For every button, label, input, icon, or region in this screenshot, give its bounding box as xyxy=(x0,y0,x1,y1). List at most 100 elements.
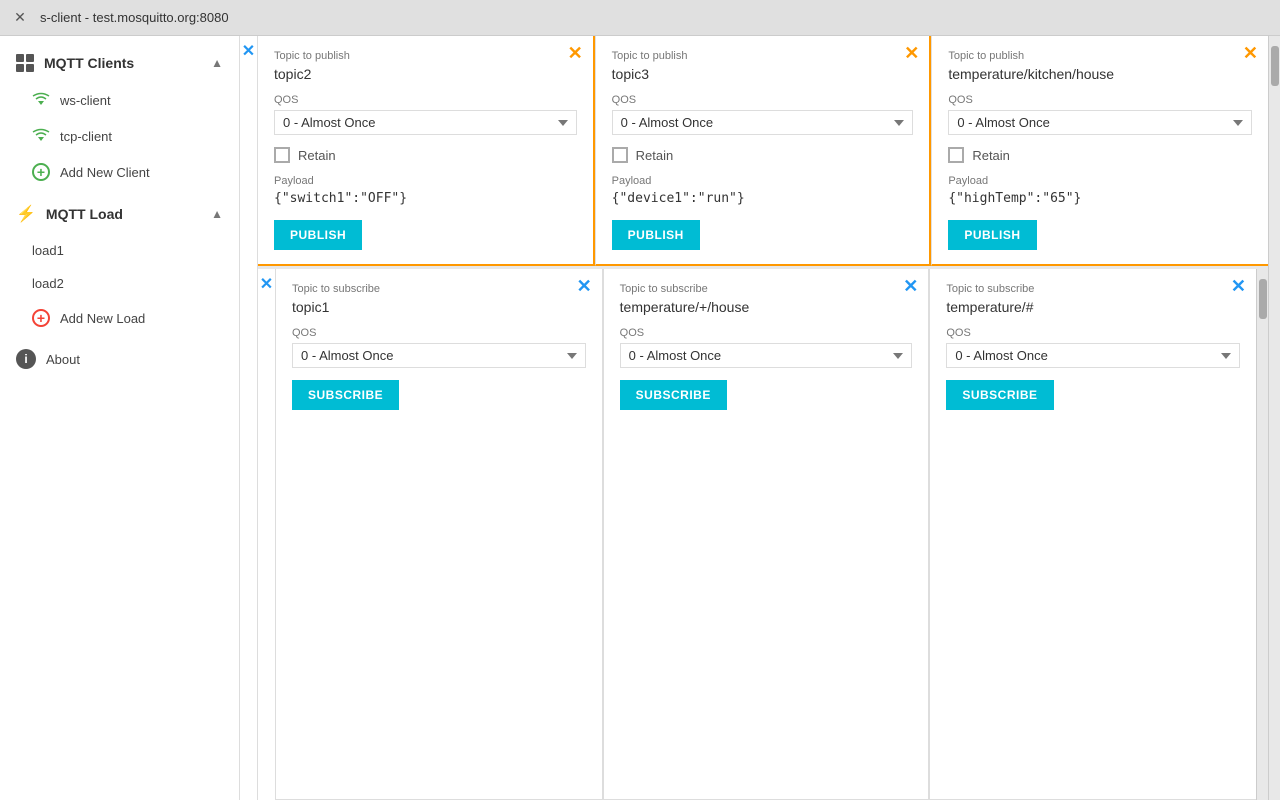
load1-label: load1 xyxy=(32,243,64,258)
main-layout: MQTT Clients ▲ ws-client xyxy=(0,36,1280,800)
load2-label: load2 xyxy=(32,276,64,291)
sub2-qos-label: QOS xyxy=(620,327,913,339)
subscribe-card-3: ✕ Topic to subscribe temperature/# QOS 0… xyxy=(929,269,1256,800)
publish-card-1: ✕ Topic to publish topic2 QOS 0 - Almost… xyxy=(258,36,595,266)
pub1-topic-value: topic2 xyxy=(274,66,577,82)
scrollbar-right[interactable] xyxy=(1256,269,1268,800)
left-close-pub-icon[interactable]: ✕ xyxy=(242,44,255,60)
content-area: ✕ ✕ Topic to publish topic2 QOS 0 - Almo… xyxy=(240,36,1280,800)
wifi-icon-tcp xyxy=(32,127,50,145)
sidebar-section-load-header[interactable]: ⚡ MQTT Load ▲ xyxy=(0,194,239,234)
about-label: About xyxy=(46,352,80,367)
sub-card-3-close[interactable]: ✕ xyxy=(1231,277,1246,295)
sub3-qos-select[interactable]: 0 - Almost Once 1 - At Least Once 2 - Ex… xyxy=(946,343,1240,368)
ws-client-label: ws-client xyxy=(60,93,111,108)
sub1-subscribe-button[interactable]: SUBSCRIBE xyxy=(292,380,399,410)
pub3-topic-value: temperature/kitchen/house xyxy=(948,66,1252,82)
pub1-retain-row: Retain xyxy=(274,147,577,163)
sidebar-item-about[interactable]: i About xyxy=(0,340,239,378)
left-panel-handle-sub: ✕ xyxy=(258,269,276,800)
pub1-retain-label: Retain xyxy=(298,148,336,163)
sidebar-item-ws-client[interactable]: ws-client xyxy=(0,82,239,118)
sidebar-item-tcp-client[interactable]: tcp-client xyxy=(0,118,239,154)
sub-card-2-close[interactable]: ✕ xyxy=(903,277,918,295)
add-load-label: Add New Load xyxy=(60,311,145,326)
chevron-up-icon: ▲ xyxy=(211,56,223,70)
pub1-publish-button[interactable]: PUBLISH xyxy=(274,220,362,250)
sidebar-item-load1[interactable]: load1 xyxy=(0,234,239,267)
pub2-qos-select[interactable]: 0 - Almost Once 1 - At Least Once 2 - Ex… xyxy=(612,110,914,135)
pub-card-2-close[interactable]: ✕ xyxy=(904,44,919,62)
info-icon: i xyxy=(16,349,36,369)
sub3-topic-label: Topic to subscribe xyxy=(946,283,1240,295)
sub3-topic-value: temperature/# xyxy=(946,299,1240,315)
lightning-icon: ⚡ xyxy=(16,204,36,224)
pub3-publish-button[interactable]: PUBLISH xyxy=(948,220,1036,250)
pub1-qos-select[interactable]: 0 - Almost Once 1 - At Least Once 2 - Ex… xyxy=(274,110,577,135)
add-client-icon: + xyxy=(32,163,50,181)
grid-icon xyxy=(16,54,34,72)
pub1-payload-label: Payload xyxy=(274,175,577,187)
wifi-icon-ws xyxy=(32,91,50,109)
sub1-qos-label: QOS xyxy=(292,327,586,339)
pub3-qos-select[interactable]: 0 - Almost Once 1 - At Least Once 2 - Ex… xyxy=(948,110,1252,135)
scroll-thumb xyxy=(1259,279,1267,319)
sub2-qos-select[interactable]: 0 - Almost Once 1 - At Least Once 2 - Ex… xyxy=(620,343,913,368)
subscribe-card-1: ✕ Topic to subscribe topic1 QOS 0 - Almo… xyxy=(276,269,603,800)
pub3-qos-label: QOS xyxy=(948,94,1252,106)
pub-card-3-close[interactable]: ✕ xyxy=(1243,44,1258,62)
title-bar: ✕ s-client - test.mosquitto.org:8080 xyxy=(0,0,1280,36)
sidebar-section-load: ⚡ MQTT Load ▲ load1 load2 + Add New Load xyxy=(0,194,239,336)
pub2-publish-button[interactable]: PUBLISH xyxy=(612,220,700,250)
sub2-subscribe-button[interactable]: SUBSCRIBE xyxy=(620,380,727,410)
sidebar-item-load2[interactable]: load2 xyxy=(0,267,239,300)
pub3-retain-checkbox[interactable] xyxy=(948,147,964,163)
subscribe-card-2: ✕ Topic to subscribe temperature/+/house… xyxy=(603,269,930,800)
pub3-retain-label: Retain xyxy=(972,148,1010,163)
publish-row: ✕ Topic to publish topic2 QOS 0 - Almost… xyxy=(258,36,1268,269)
sub1-qos-row: 0 - Almost Once 1 - At Least Once 2 - Ex… xyxy=(292,343,586,368)
pub2-retain-checkbox[interactable] xyxy=(612,147,628,163)
sub1-topic-label: Topic to subscribe xyxy=(292,283,586,295)
pub2-qos-label: QOS xyxy=(612,94,914,106)
pub2-retain-row: Retain xyxy=(612,147,914,163)
left-panel-handle-pub: ✕ xyxy=(240,36,258,800)
pub1-topic-label: Topic to publish xyxy=(274,50,577,62)
sub-card-1-close[interactable]: ✕ xyxy=(577,277,592,295)
pub2-topic-label: Topic to publish xyxy=(612,50,914,62)
add-client-label: Add New Client xyxy=(60,165,150,180)
add-new-client-item[interactable]: + Add New Client xyxy=(0,154,239,190)
pub2-topic-value: topic3 xyxy=(612,66,914,82)
pub2-payload-value: {"device1":"run"} xyxy=(612,191,914,206)
sub2-qos-row: 0 - Almost Once 1 - At Least Once 2 - Ex… xyxy=(620,343,913,368)
add-new-load-item[interactable]: + Add New Load xyxy=(0,300,239,336)
scrollbar-pub[interactable] xyxy=(1268,36,1280,800)
subscribe-section: ✕ ✕ Topic to subscribe topic1 QOS 0 - Al… xyxy=(258,269,1268,800)
sub1-topic-value: topic1 xyxy=(292,299,586,315)
scroll-thumb-pub xyxy=(1271,46,1279,86)
pub1-qos-row: 0 - Almost Once 1 - At Least Once 2 - Ex… xyxy=(274,110,577,135)
subscribe-row: ✕ Topic to subscribe topic1 QOS 0 - Almo… xyxy=(276,269,1256,800)
pub3-payload-label: Payload xyxy=(948,175,1252,187)
sub3-qos-row: 0 - Almost Once 1 - At Least Once 2 - Ex… xyxy=(946,343,1240,368)
left-close-sub-icon[interactable]: ✕ xyxy=(260,277,273,293)
sub1-qos-select[interactable]: 0 - Almost Once 1 - At Least Once 2 - Ex… xyxy=(292,343,586,368)
publish-card-3: ✕ Topic to publish temperature/kitchen/h… xyxy=(931,36,1268,266)
mqtt-clients-label: MQTT Clients xyxy=(44,55,134,71)
pub3-topic-label: Topic to publish xyxy=(948,50,1252,62)
close-icon[interactable]: ✕ xyxy=(12,10,28,26)
chevron-up-load-icon: ▲ xyxy=(211,207,223,221)
pub3-payload-value: {"highTemp":"65"} xyxy=(948,191,1252,206)
sidebar-section-clients-header[interactable]: MQTT Clients ▲ xyxy=(0,44,239,82)
sub3-subscribe-button[interactable]: SUBSCRIBE xyxy=(946,380,1053,410)
pub-card-1-close[interactable]: ✕ xyxy=(568,44,583,62)
sub2-topic-label: Topic to subscribe xyxy=(620,283,913,295)
sidebar: MQTT Clients ▲ ws-client xyxy=(0,36,240,800)
pub1-qos-label: QOS xyxy=(274,94,577,106)
pub2-qos-row: 0 - Almost Once 1 - At Least Once 2 - Ex… xyxy=(612,110,914,135)
sub3-qos-label: QOS xyxy=(946,327,1240,339)
mqtt-load-label: MQTT Load xyxy=(46,206,123,222)
pub1-retain-checkbox[interactable] xyxy=(274,147,290,163)
pub2-retain-label: Retain xyxy=(636,148,674,163)
publish-card-2: ✕ Topic to publish topic3 QOS 0 - Almost… xyxy=(595,36,932,266)
